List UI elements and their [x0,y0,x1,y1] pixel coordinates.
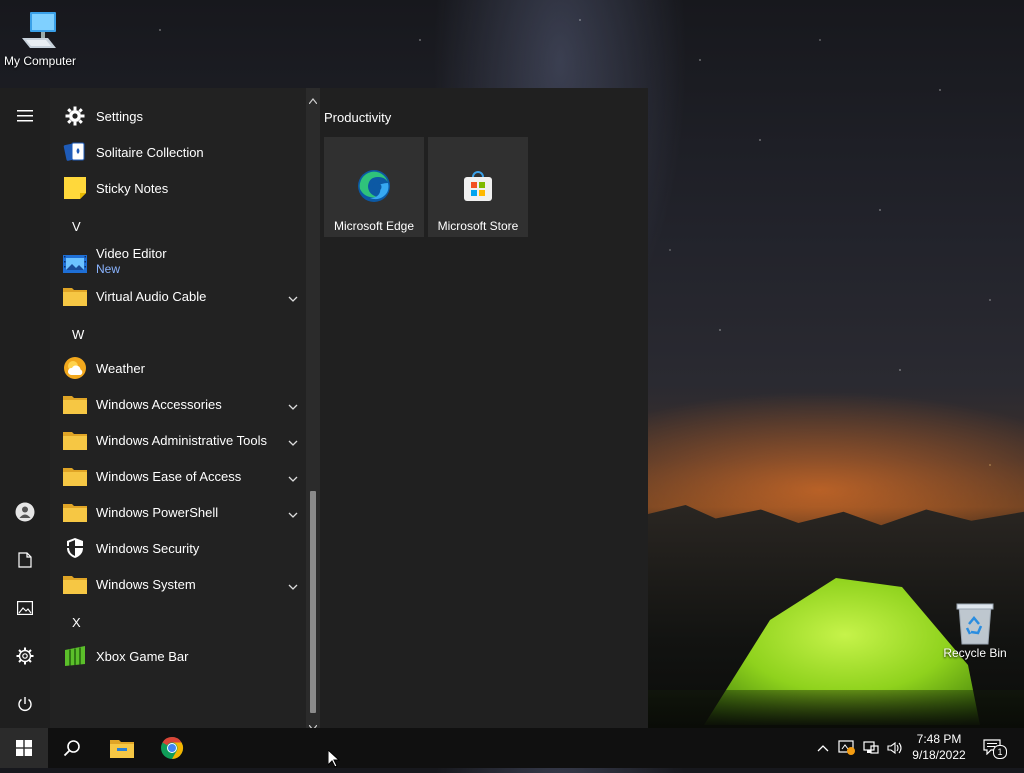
clock-time: 7:48 PM [916,732,962,746]
tile-label: Microsoft Edge [333,219,415,233]
chevron-down-icon[interactable] [288,577,298,595]
chrome-icon[interactable] [148,728,196,768]
app-label: Weather [96,360,145,376]
app-item-weather[interactable]: Weather [50,350,306,386]
folder-icon [63,500,87,524]
hamburger-menu-icon[interactable] [0,96,50,136]
user-icon[interactable] [0,492,50,532]
volume-icon[interactable] [884,728,906,768]
app-item-windows-security[interactable]: Windows Security [50,530,306,566]
gear-icon [63,104,87,128]
folder-icon [63,572,87,596]
taskbar: 7:48 PM 9/18/2022 1 [0,728,1024,768]
app-item-sticky-notes[interactable]: Sticky Notes [50,170,306,206]
network-icon[interactable] [860,728,882,768]
app-label: Video Editor [96,246,167,261]
tile-label: Microsoft Store [437,219,519,233]
app-label: Windows Ease of Access [96,468,242,484]
pictures-icon[interactable] [0,588,50,628]
windows-start-icon[interactable] [0,728,48,768]
app-label: Sticky Notes [96,180,169,196]
start-menu-rail [0,88,50,728]
xbox-game-bar-icon [63,644,87,668]
action-center-button[interactable]: 1 [978,728,1008,768]
app-folder-windows-ease-of-access[interactable]: Windows Ease of Access [50,458,306,494]
chevron-down-icon[interactable] [288,505,298,523]
chevron-down-icon[interactable] [288,289,298,307]
file-explorer-icon[interactable] [98,728,146,768]
letter-header-v[interactable]: V [72,219,81,234]
security-alert-icon[interactable] [836,728,858,768]
app-label: Windows Security [96,540,200,556]
mouse-cursor-icon [327,748,341,773]
start-menu: Settings Solitaire Collection Sticky Not… [0,88,648,731]
app-label: Virtual Audio Cable [96,288,207,304]
tile-microsoft-edge[interactable]: Microsoft Edge [324,137,424,237]
app-folder-virtual-audio-cable[interactable]: Virtual Audio Cable [50,278,306,314]
folder-icon [63,284,87,308]
letter-header-w[interactable]: W [72,327,84,342]
app-folder-windows-powershell[interactable]: Windows PowerShell [50,494,306,530]
chevron-down-icon[interactable] [288,397,298,415]
notification-count-badge: 1 [993,745,1007,759]
tile-microsoft-store[interactable]: Microsoft Store [428,137,528,237]
sticky-note-icon [63,176,87,200]
desktop-icon-recycle-bin[interactable]: Recycle Bin [935,602,1015,660]
chevron-up-icon[interactable] [812,728,834,768]
letter-header-x[interactable]: X [72,615,81,630]
cards-icon [63,140,87,164]
wallpaper-ground [648,690,1024,728]
app-label: Windows Administrative Tools [96,432,267,448]
desktop-icon-my-computer[interactable]: My Computer [0,10,80,68]
desktop-icon-label: Recycle Bin [943,646,1007,660]
folder-icon [63,464,87,488]
app-folder-windows-system[interactable]: Windows System [50,566,306,602]
chevron-down-icon[interactable] [288,433,298,451]
weather-icon [63,356,87,380]
edge-icon [357,169,391,203]
recycle-bin-icon [953,602,997,645]
app-label: Windows PowerShell [96,504,219,520]
search-icon[interactable] [48,728,96,768]
tiles-panel: Productivity Microsoft Edge Microsoft St… [320,88,648,728]
scrollbar-thumb[interactable] [310,491,316,713]
notification-icon: 1 [983,739,1007,759]
clock-date: 9/18/2022 [912,748,966,762]
new-badge: New [96,262,121,276]
app-label: Xbox Game Bar [96,648,189,664]
app-item-solitaire-collection[interactable]: Solitaire Collection [50,134,306,170]
app-item-settings[interactable]: Settings [50,98,306,134]
store-icon [461,169,495,203]
shield-icon [63,536,87,560]
computer-icon [18,10,62,52]
tile-group-title[interactable]: Productivity [324,110,391,125]
folder-icon [63,428,87,452]
folder-icon [63,392,87,416]
documents-icon[interactable] [0,540,50,580]
app-label: Windows Accessories [96,396,222,412]
app-folder-windows-administrative-tools[interactable]: Windows Administrative Tools [50,422,306,458]
video-editor-icon [63,252,87,276]
power-icon[interactable] [0,684,50,724]
chevron-down-icon[interactable] [288,469,298,487]
app-item-xbox-game-bar[interactable]: Xbox Game Bar [50,638,306,674]
app-list-scrollbar[interactable] [306,88,320,731]
desktop-icon-label: My Computer [3,54,77,68]
app-label: Settings [96,108,143,124]
taskbar-clock[interactable]: 7:48 PM 9/18/2022 [906,731,972,763]
app-list: Settings Solitaire Collection Sticky Not… [50,88,306,728]
app-label: Windows System [96,576,196,592]
scroll-up-arrow-icon[interactable] [308,91,318,109]
settings-gear-icon[interactable] [0,636,50,676]
app-label: Solitaire Collection [96,144,204,160]
app-folder-windows-accessories[interactable]: Windows Accessories [50,386,306,422]
